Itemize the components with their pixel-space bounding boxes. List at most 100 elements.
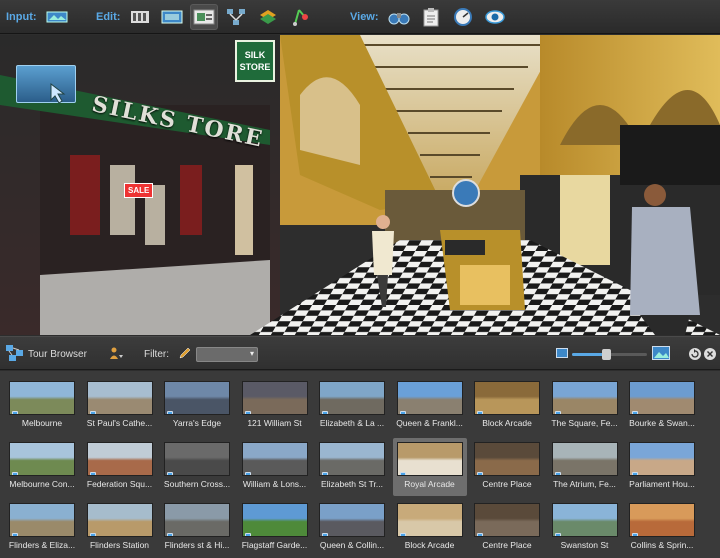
panorama-preview bbox=[551, 381, 618, 415]
hotspot-marker-icon bbox=[399, 411, 406, 414]
tour-label: Block Arcade bbox=[482, 418, 532, 428]
tour-label: Melbourne Con... bbox=[9, 479, 75, 489]
panorama-preview bbox=[164, 503, 230, 537]
hotspot-marker-icon bbox=[89, 533, 96, 536]
panorama-preview bbox=[319, 381, 385, 415]
hotspot-marker-icon bbox=[554, 472, 561, 475]
arcade-panorama bbox=[0, 35, 720, 335]
panorama-preview bbox=[474, 381, 540, 415]
tour-thumbnail[interactable]: St Paul's Cathe... bbox=[83, 377, 157, 435]
tour-label: Parliament Hou... bbox=[629, 479, 695, 489]
tour-thumbnail[interactable]: Block Arcade bbox=[470, 377, 544, 435]
tour-thumbnail[interactable]: Parliament Hou... bbox=[625, 438, 699, 496]
tour-thumbnail[interactable]: Flagstaff Garde... bbox=[238, 499, 312, 557]
tour-thumbnail[interactable]: Elizabeth St Tr... bbox=[315, 438, 389, 496]
tour-thumbnail[interactable]: Melbourne Con... bbox=[5, 438, 79, 496]
input-label: Input: bbox=[6, 11, 37, 23]
binoculars-button[interactable] bbox=[385, 4, 413, 30]
panorama-preview bbox=[86, 381, 153, 415]
cursor-arrow-icon bbox=[50, 82, 66, 104]
zoom-fill bbox=[572, 353, 606, 356]
tour-thumbnail[interactable]: Collins & Sprin... bbox=[625, 499, 699, 557]
hotspot-marker-icon bbox=[477, 411, 483, 414]
tour-label: The Atrium, Fe... bbox=[553, 479, 616, 489]
clipboard-icon bbox=[423, 8, 439, 27]
panorama-import-button[interactable] bbox=[43, 4, 71, 30]
hotspot-marker-icon bbox=[554, 411, 561, 414]
panorama-viewer[interactable]: SILK STORE SILKS TORE SALE bbox=[0, 35, 720, 335]
tour-thumbnail[interactable]: Southern Cross... bbox=[160, 438, 234, 496]
sort-menu-button[interactable] bbox=[108, 346, 124, 362]
hotspot-marker-icon bbox=[632, 533, 638, 536]
film-strip-icon bbox=[131, 11, 150, 23]
tour-thumbnail[interactable]: Federation Squ... bbox=[83, 438, 157, 496]
filter-label: Filter: bbox=[144, 349, 169, 360]
tour-thumbnail[interactable]: 121 William St bbox=[238, 377, 312, 435]
tour-thumbnail[interactable]: Flinders & Eliza... bbox=[5, 499, 79, 557]
pencil-icon bbox=[179, 347, 191, 359]
panorama-preview bbox=[629, 503, 695, 537]
tour-label: Flagstaff Garde... bbox=[241, 540, 308, 550]
tour-browser-header: Tour Browser Filter: ▾ bbox=[0, 336, 720, 370]
tour-thumbnail[interactable]: Elizabeth & La ... bbox=[315, 377, 389, 435]
filter-dropdown[interactable]: ▾ bbox=[196, 347, 258, 362]
zoom-handle[interactable] bbox=[601, 349, 611, 360]
tour-label: Queen & Frankl... bbox=[396, 418, 463, 428]
tour-thumbnail[interactable]: Block Arcade bbox=[393, 499, 467, 557]
tour-thumbnail[interactable]: Queen & Collin... bbox=[315, 499, 389, 557]
path-icon bbox=[293, 9, 309, 26]
clipboard-button[interactable] bbox=[417, 4, 445, 30]
navigator-thumbnail[interactable] bbox=[16, 65, 76, 104]
stitch-icon bbox=[161, 10, 183, 24]
tour-browser-icon bbox=[6, 345, 23, 361]
hotspot-marker-icon bbox=[89, 472, 96, 475]
tour-map-button[interactable] bbox=[222, 4, 250, 30]
tour-thumbnail[interactable]: William & Lons... bbox=[238, 438, 312, 496]
refresh-button[interactable] bbox=[689, 348, 701, 360]
binoculars-icon bbox=[388, 13, 410, 25]
view-label: View: bbox=[350, 11, 379, 23]
tour-thumbnail-grid: Melbourne St Paul's Cathe... Yarra's Edge 1… bbox=[0, 371, 720, 558]
tour-label: St Paul's Cathe... bbox=[86, 418, 153, 428]
panorama-preview bbox=[396, 442, 463, 476]
tour-label: Block Arcade bbox=[404, 540, 455, 550]
tour-browser-title: Tour Browser bbox=[28, 349, 87, 360]
tour-thumbnail[interactable]: Royal Arcade bbox=[392, 438, 467, 496]
path-button[interactable] bbox=[286, 4, 314, 30]
tour-thumbnail[interactable]: Flinders Station bbox=[83, 499, 157, 557]
layers-button[interactable] bbox=[254, 4, 282, 30]
hotspot-marker-icon bbox=[632, 411, 638, 414]
film-strip-button[interactable] bbox=[126, 4, 154, 30]
panorama-preview bbox=[241, 442, 308, 476]
tour-thumbnail[interactable]: Swanston St bbox=[548, 499, 622, 557]
panorama-preview bbox=[629, 381, 695, 415]
thumbnail-zoom-slider[interactable] bbox=[572, 349, 647, 360]
tour-thumbnail[interactable]: The Atrium, Fe... bbox=[548, 438, 622, 496]
filter-pencil-button[interactable] bbox=[178, 346, 192, 360]
hotspot-marker-icon bbox=[322, 472, 328, 475]
hotspot-button[interactable] bbox=[190, 4, 219, 30]
tour-thumbnail[interactable]: Bourke & Swan... bbox=[625, 377, 699, 435]
hotspot-marker-icon bbox=[89, 411, 96, 414]
eye-button[interactable] bbox=[481, 4, 509, 30]
tour-thumbnail[interactable]: Centre Place bbox=[470, 499, 544, 557]
panorama-preview bbox=[474, 503, 540, 537]
tour-label: Federation Squ... bbox=[86, 479, 153, 489]
close-browser-button[interactable] bbox=[704, 348, 716, 360]
stitch-button[interactable] bbox=[158, 4, 186, 30]
tour-thumbnail[interactable]: Queen & Frankl... bbox=[393, 377, 467, 435]
tour-thumbnail[interactable]: Melbourne bbox=[5, 377, 79, 435]
tour-thumbnail[interactable]: Flinders st & Hi... bbox=[160, 499, 234, 557]
hotspot-marker-icon bbox=[399, 533, 406, 536]
sale-tag: SALE bbox=[124, 183, 154, 198]
tour-label: Yarra's Edge bbox=[172, 418, 222, 428]
tour-label: Collins & Sprin... bbox=[630, 540, 694, 550]
tour-label: William & Lons... bbox=[242, 479, 307, 489]
tour-thumbnail[interactable]: Yarra's Edge bbox=[160, 377, 234, 435]
hotspot-marker-icon bbox=[12, 472, 18, 475]
speed-dial-button[interactable] bbox=[449, 4, 477, 30]
tour-label: Elizabeth St Tr... bbox=[321, 479, 383, 489]
tour-thumbnail[interactable]: Centre Place bbox=[470, 438, 544, 496]
tour-thumbnail[interactable]: The Square, Fe... bbox=[548, 377, 622, 435]
hotspot-marker-icon bbox=[167, 533, 173, 536]
